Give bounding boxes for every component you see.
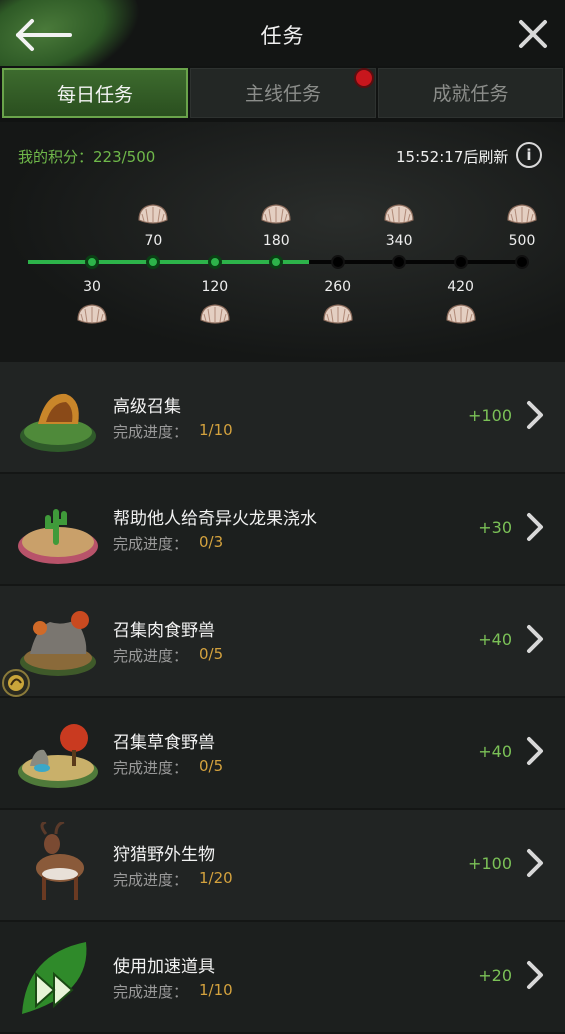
task-row[interactable]: 使用加速道具 完成进度： 1/10 +20 — [0, 922, 565, 1034]
milestone-node — [330, 255, 345, 269]
shell-icon[interactable] — [75, 302, 109, 326]
milestone-value: 120 — [201, 279, 229, 295]
progress-label: 完成进度： — [113, 983, 189, 1001]
task-row[interactable]: 狩猎野外生物 完成进度： 1/20 +100 — [0, 810, 565, 922]
progress-label: 完成进度： — [113, 423, 189, 441]
shell-icon[interactable] — [444, 302, 478, 326]
chevron-right-icon[interactable] — [524, 736, 546, 766]
shell-icon[interactable] — [321, 302, 355, 326]
progress-label: 完成进度： — [113, 647, 189, 665]
volcano-island-icon — [20, 393, 96, 452]
milestone-value: 420 — [447, 279, 474, 295]
refresh-timer: 15:52:17后刷新 — [396, 148, 509, 166]
task-tabs: 每日任务 主线任务 成就任务 — [0, 66, 565, 122]
milestone-node — [269, 255, 284, 269]
shell-icon[interactable] — [198, 302, 232, 326]
milestone-node — [146, 255, 161, 269]
notification-dot — [354, 68, 374, 88]
milestone-value: 30 — [83, 279, 101, 295]
shell-icon[interactable] — [382, 202, 416, 226]
milestone-node — [85, 255, 99, 269]
tab-achievement[interactable]: 成就任务 — [378, 68, 563, 118]
task-row[interactable]: 高级召集完成进度： 1/10 +100 — [0, 362, 565, 474]
progress-value: 1/10 — [199, 981, 233, 999]
milestone-node — [515, 255, 529, 269]
milestone-value: 340 — [385, 233, 413, 249]
info-icon[interactable]: i — [516, 142, 542, 168]
milestone-value: 500 — [508, 233, 536, 249]
milestone-node — [453, 255, 468, 269]
hunter-badge-icon[interactable] — [2, 669, 30, 697]
speedup-leaf-icon — [22, 942, 87, 1014]
progress-value: 1/10 — [199, 421, 233, 439]
task-name: 使用加速道具 — [113, 957, 215, 977]
cactus-island-icon — [18, 509, 98, 564]
task-row[interactable]: 帮助他人给奇异火龙果浇水 完成进度： 0/3 +30 — [0, 474, 565, 586]
progress-label: 完成进度： — [113, 535, 189, 553]
points-reward: +40 — [478, 630, 512, 649]
task-name: 召集肉食野兽 — [113, 621, 215, 641]
daily-points-panel: 我的积分：223/500 15:52:17后刷新 i 30 70 120 180 260… — [0, 122, 565, 362]
milestone-value: 180 — [262, 233, 290, 249]
chevron-right-icon[interactable] — [524, 848, 546, 878]
page-title: 任务 — [260, 24, 305, 48]
progress-value: 0/5 — [199, 645, 224, 663]
task-name: 高级召集 — [113, 397, 181, 417]
shell-icon[interactable] — [505, 202, 539, 226]
points-reward: +30 — [478, 518, 512, 537]
close-icon[interactable] — [515, 16, 551, 52]
progress-value: 1/20 — [199, 869, 233, 887]
milestone-value: 70 — [144, 233, 163, 249]
points-reward: +40 — [478, 742, 512, 761]
milestone-node — [207, 255, 222, 269]
progress-label: 完成进度： — [113, 759, 189, 777]
tab-daily[interactable]: 每日任务 — [2, 68, 188, 118]
score-text: 我的积分：223/500 — [18, 148, 156, 166]
milestone-node — [392, 255, 407, 269]
chevron-right-icon[interactable] — [524, 512, 546, 542]
top-bar: 任务 — [0, 0, 565, 103]
tab-main[interactable]: 主线任务 — [190, 68, 376, 118]
chevron-right-icon[interactable] — [524, 400, 546, 430]
task-row[interactable]: 召集草食野兽 完成进度： 0/5 +40 — [0, 698, 565, 810]
antelope-icon — [36, 822, 84, 900]
points-reward: +20 — [478, 966, 512, 985]
task-row[interactable]: 召集肉食野兽 完成进度： 0/5 +40 — [0, 586, 565, 698]
points-reward: +100 — [468, 854, 512, 873]
milestone-value: 260 — [324, 279, 352, 295]
progress-value: 0/5 — [199, 757, 224, 775]
carnivore-island-icon — [20, 611, 96, 676]
task-name: 狩猎野外生物 — [113, 845, 215, 865]
progress-value: 0/3 — [199, 533, 224, 551]
task-name: 帮助他人给奇异火龙果浇水 — [113, 509, 317, 529]
chevron-right-icon[interactable] — [524, 624, 546, 654]
task-name: 召集草食野兽 — [113, 733, 215, 753]
herbivore-island-icon — [18, 724, 98, 788]
points-reward: +100 — [468, 406, 512, 425]
shell-icon[interactable] — [136, 202, 170, 226]
progress-label: 完成进度： — [113, 871, 189, 889]
chevron-right-icon[interactable] — [524, 960, 546, 990]
shell-icon[interactable] — [259, 202, 293, 226]
track-fill — [28, 260, 310, 264]
